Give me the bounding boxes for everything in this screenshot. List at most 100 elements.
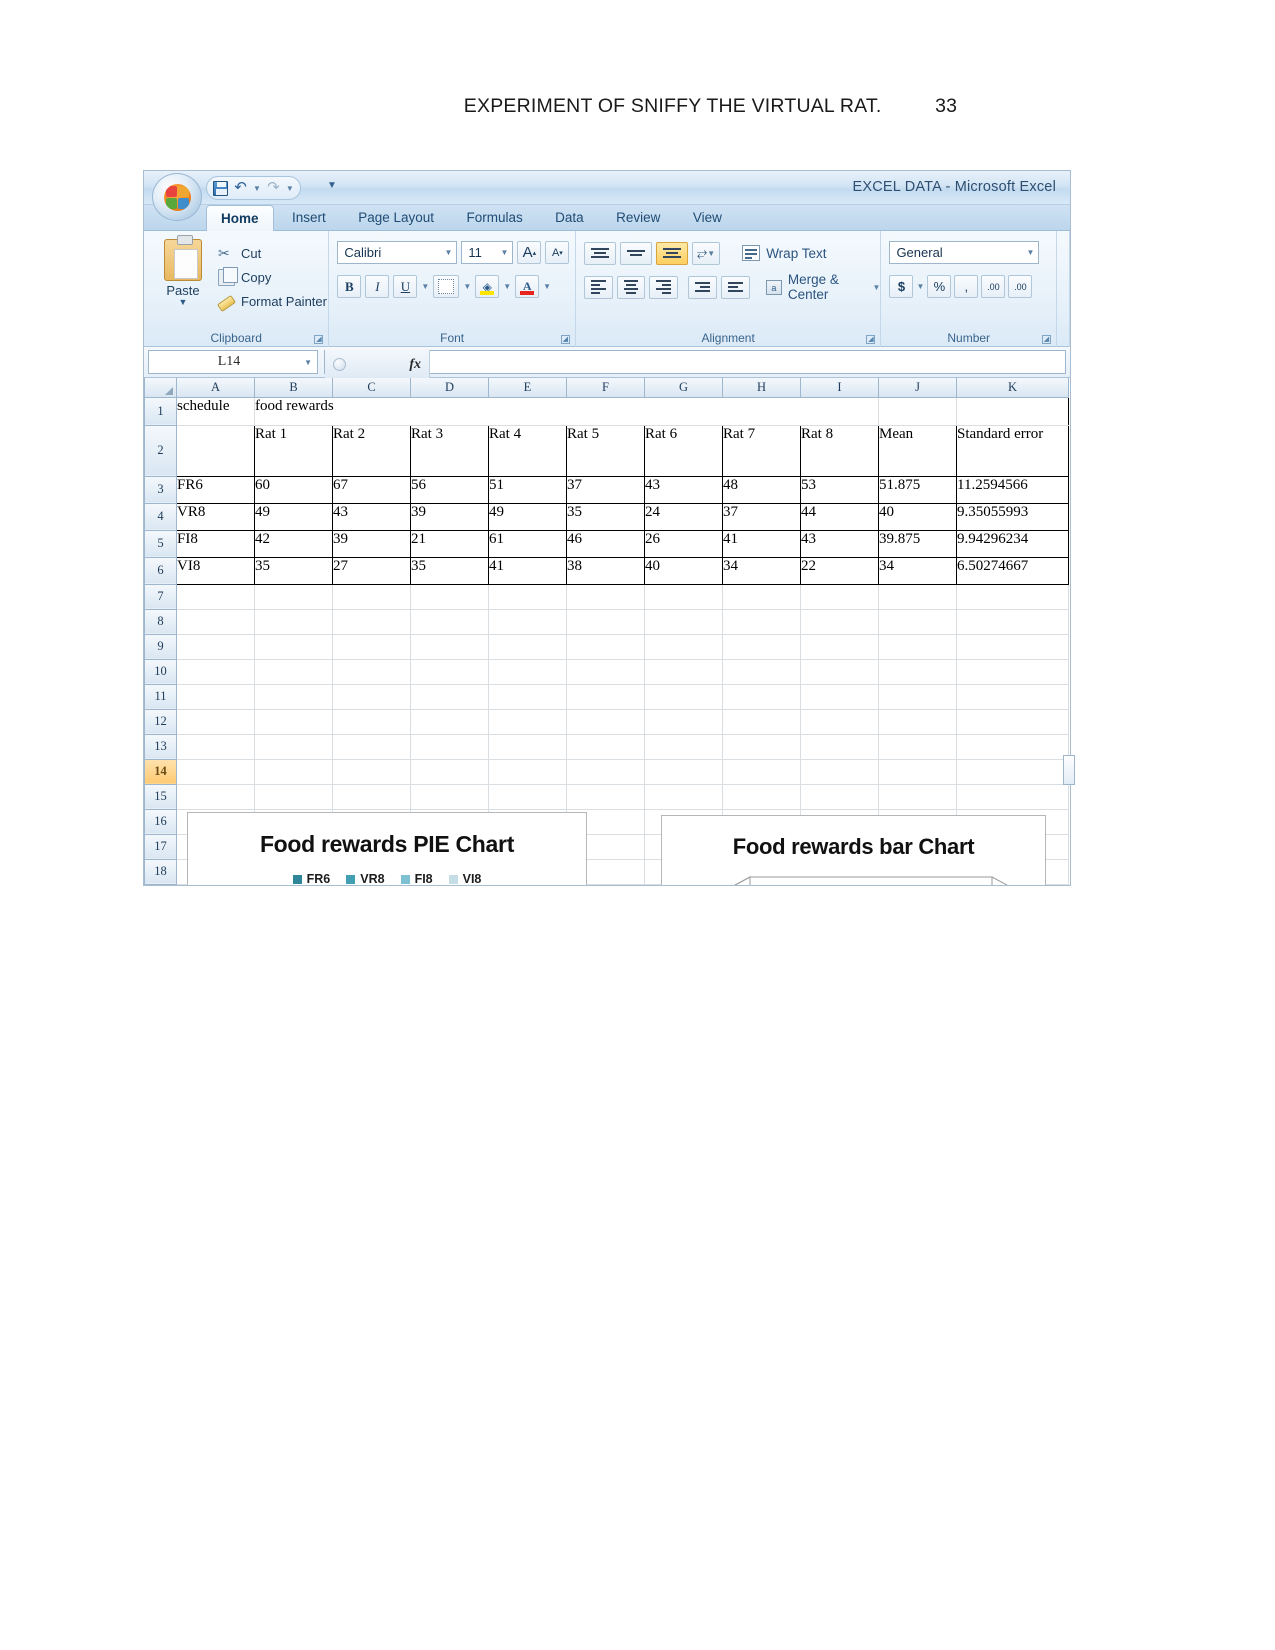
fill-color-dropdown-icon[interactable]: ▼	[503, 282, 511, 291]
cell-F11[interactable]	[566, 683, 645, 710]
column-header-I[interactable]: I	[800, 378, 879, 398]
cell-C3[interactable]: 67	[332, 475, 411, 504]
cell-J12[interactable]	[878, 708, 957, 735]
increase-indent-button[interactable]	[721, 275, 750, 299]
cell-B9[interactable]	[254, 633, 333, 660]
cell-E11[interactable]	[488, 683, 567, 710]
tab-home[interactable]: Home	[206, 205, 274, 231]
shrink-font-button[interactable]: A ▾	[545, 241, 570, 264]
cell-J14[interactable]	[878, 758, 957, 785]
format-painter-button[interactable]: Format Painter	[216, 289, 327, 313]
cell-E12[interactable]	[488, 708, 567, 735]
cell-B4[interactable]: 49	[254, 502, 333, 531]
cell-K2[interactable]: Standard error	[956, 424, 1069, 477]
cell-G14[interactable]	[644, 758, 723, 785]
formula-input[interactable]: fx	[324, 350, 1066, 379]
currency-button[interactable]: $	[889, 275, 914, 298]
cell-F14[interactable]	[566, 758, 645, 785]
cell-I3[interactable]: 53	[800, 475, 879, 504]
cell-J7[interactable]	[878, 583, 957, 610]
save-icon[interactable]	[213, 180, 228, 196]
bar-chart-object[interactable]: Food rewards bar Chart Axis Title	[661, 815, 1046, 885]
cell-F15[interactable]	[566, 783, 645, 810]
cell-B6[interactable]: 35	[254, 556, 333, 585]
quick-access-toolbar[interactable]: ↶ ▼ ↷ ▼	[206, 176, 301, 200]
customize-quick-access-toolbar-icon[interactable]: ▼	[327, 180, 337, 191]
office-button[interactable]	[152, 173, 202, 221]
row-header-3[interactable]: 3	[144, 475, 177, 504]
cut-button[interactable]: ✂ Cut	[218, 241, 327, 265]
cell-D15[interactable]	[410, 783, 489, 810]
merge-center-dropdown-icon[interactable]: ▼	[873, 283, 881, 292]
cell-D9[interactable]	[410, 633, 489, 660]
cell-H14[interactable]	[722, 758, 801, 785]
cell-G3[interactable]: 43	[644, 475, 723, 504]
cell-K11[interactable]	[956, 683, 1069, 710]
cell-C4[interactable]: 43	[332, 502, 411, 531]
font-color-button[interactable]: A	[515, 275, 540, 298]
font-name-combobox[interactable]: Calibri ▼	[337, 241, 458, 264]
alignment-dialog-launcher-icon[interactable]: ◢	[866, 335, 876, 344]
cell-I12[interactable]	[800, 708, 879, 735]
cell-D13[interactable]	[410, 733, 489, 760]
cell-I8[interactable]	[800, 608, 879, 635]
cell-E8[interactable]	[488, 608, 567, 635]
column-header-H[interactable]: H	[722, 378, 801, 398]
cell-A15[interactable]	[176, 783, 255, 810]
row-header-8[interactable]: 8	[144, 608, 177, 635]
cell-K6[interactable]: 6.50274667	[956, 556, 1069, 585]
cell-I14[interactable]	[800, 758, 879, 785]
font-size-combobox[interactable]: 11 ▼	[461, 241, 514, 264]
cell-D8[interactable]	[410, 608, 489, 635]
cell-G5[interactable]: 26	[644, 529, 723, 558]
cell-B13[interactable]	[254, 733, 333, 760]
cell-A14[interactable]	[176, 758, 255, 785]
cell-F5[interactable]: 46	[566, 529, 645, 558]
undo-dropdown-icon[interactable]: ▼	[253, 184, 261, 193]
row-header-16[interactable]: 16	[144, 808, 177, 835]
cell-C11[interactable]	[332, 683, 411, 710]
cell-F10[interactable]	[566, 658, 645, 685]
cell-H5[interactable]: 41	[722, 529, 801, 558]
cell-D10[interactable]	[410, 658, 489, 685]
cell-G10[interactable]	[644, 658, 723, 685]
insert-function-icon[interactable]: fx	[409, 357, 421, 373]
row-header-10[interactable]: 10	[144, 658, 177, 685]
grow-font-button[interactable]: A ▴	[517, 241, 542, 264]
cell-E4[interactable]: 49	[488, 502, 567, 531]
decrease-indent-button[interactable]	[688, 275, 718, 299]
cell-D5[interactable]: 21	[410, 529, 489, 558]
cell-J13[interactable]	[878, 733, 957, 760]
cell-C15[interactable]	[332, 783, 411, 810]
underline-button[interactable]: U	[393, 275, 418, 298]
chevron-down-icon[interactable]: ▼	[1027, 248, 1035, 257]
cell-K12[interactable]	[956, 708, 1069, 735]
cell-J3[interactable]: 51.875	[878, 475, 957, 504]
cell-B14[interactable]	[254, 758, 333, 785]
cell-J11[interactable]	[878, 683, 957, 710]
cell-I9[interactable]	[800, 633, 879, 660]
cell-I5[interactable]: 43	[800, 529, 879, 558]
cell-K5[interactable]: 9.94296234	[956, 529, 1069, 558]
cell-K1[interactable]	[956, 396, 1069, 426]
cell-C7[interactable]	[332, 583, 411, 610]
pie-chart-object[interactable]: Food rewards PIE Chart FR6 VR8 FI8 VI8	[187, 812, 587, 885]
tab-page-layout[interactable]: Page Layout	[344, 205, 448, 231]
column-header-J[interactable]: J	[878, 378, 957, 398]
cancel-icon[interactable]	[333, 358, 346, 371]
italic-button[interactable]: I	[365, 275, 390, 298]
chevron-down-icon[interactable]: ▼	[500, 248, 508, 257]
cell-G15[interactable]	[644, 783, 723, 810]
cell-E10[interactable]	[488, 658, 567, 685]
cell-E6[interactable]: 41	[488, 556, 567, 585]
cell-A3[interactable]: FR6	[176, 475, 255, 504]
cell-B10[interactable]	[254, 658, 333, 685]
cell-B12[interactable]	[254, 708, 333, 735]
cell-A10[interactable]	[176, 658, 255, 685]
increase-decimal-button[interactable]: .00	[981, 275, 1006, 298]
cell-B11[interactable]	[254, 683, 333, 710]
row-header-11[interactable]: 11	[144, 683, 177, 710]
cell-C13[interactable]	[332, 733, 411, 760]
row-header-14[interactable]: 14	[144, 758, 177, 785]
cell-F13[interactable]	[566, 733, 645, 760]
